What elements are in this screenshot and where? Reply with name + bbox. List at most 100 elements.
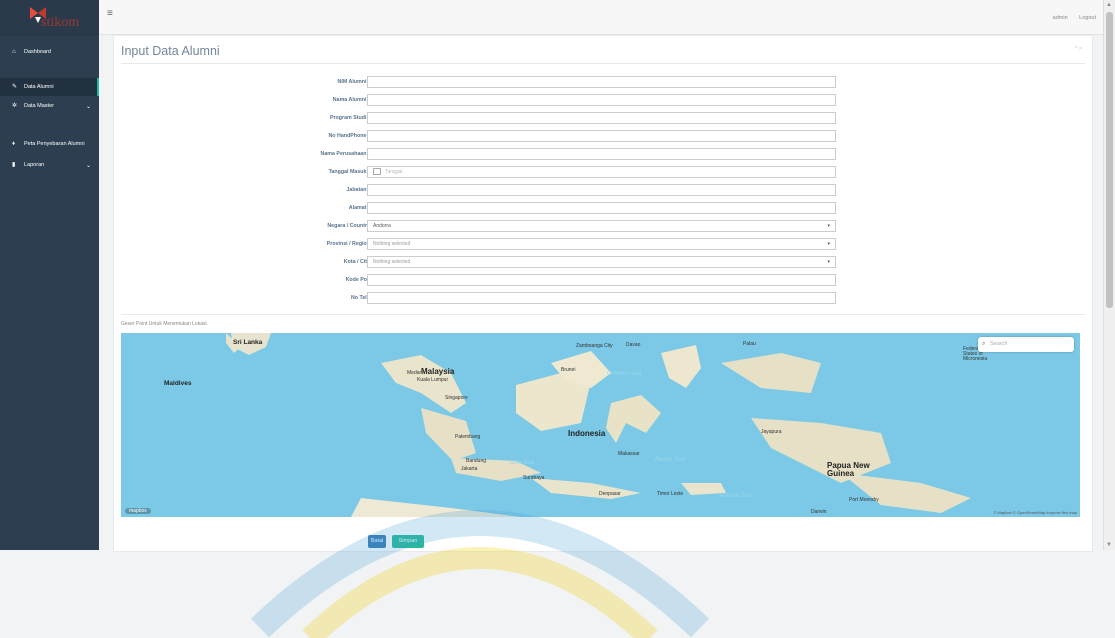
map-attribution[interactable]: © Mapbox © OpenStreetMap Improve this ma… [994,510,1078,515]
map-label: Jayapura [761,429,782,435]
page-scrollbar[interactable]: ▲ ▼ [1103,0,1115,550]
form-row: Kode Pos [114,274,1092,287]
form-row: Program Studi * [114,112,1092,125]
map-label: Maldives [164,380,192,387]
field-value: Nothing selected [373,241,411,247]
menu-toggle-icon[interactable]: ≡ [107,8,113,19]
sidebar-item-dashboard[interactable]: ⌂ Dashboard [0,43,99,61]
text-field[interactable] [367,94,836,106]
map-label: Zamboanga City [576,343,613,349]
map-label: Timor Leste [657,491,684,497]
field-value: Andorra [373,223,391,229]
map-label: Darwin [811,509,827,515]
scroll-up-icon[interactable]: ▲ [1106,2,1112,8]
map-label: Kuala Lumpur [417,377,449,383]
form-label: Nama Alumni * [220,97,370,103]
batal-button[interactable]: Batal [368,535,386,548]
text-field[interactable] [367,274,836,286]
sidebar-item-data-master[interactable]: ✲ Data Master ⌄ [0,97,99,115]
map-search-placeholder: Search [990,341,1008,347]
text-field[interactable] [367,202,836,214]
map-label: Palembang [455,434,481,440]
map-label: Singapore [445,395,468,401]
form-row: Nama Perusahaan * [114,148,1092,161]
map-land-shapes [226,333,971,517]
form-row: Nama Alumni * [114,94,1092,107]
form-label-text: Nama Perusahaan [320,151,367,157]
form-row: Tanggal Masuk * Tanggal [114,166,1092,179]
location-map[interactable]: Sri Lanka Maldives Malaysia Kuala Lumpur… [121,333,1080,517]
calendar-icon [373,168,381,176]
brand-logo[interactable]: stikom [0,0,99,36]
form-label: Alamat * [220,205,370,211]
gear-icon: ✲ [12,103,18,109]
map-label: Palau [743,341,756,347]
topbar: ≡ admin Logout [99,0,1104,35]
form-label-text: NIM Alumni [337,79,367,85]
input-panel: Input Data Alumni ^ × NIM Alumni * Nama A… [113,35,1093,552]
form-label: Nama Perusahaan * [220,151,370,157]
form-label-text: Nama Alumni [332,97,367,103]
form-label: NIM Alumni * [220,79,370,85]
sidebar-item-label: Data Master [24,103,54,109]
form-row: Provinsi / Region Nothing selected ▾ [114,238,1092,251]
form-label-text: Alamat [348,205,367,211]
date-field[interactable]: Tanggal [367,166,836,178]
user-name[interactable]: admin [1053,15,1068,21]
select-field[interactable]: Nothing selected ▾ [367,238,836,250]
sidebar-item-data-alumni[interactable]: ✎ Data Alumni [0,78,99,96]
sidebar: stikom ⌂ Dashboard ✎ Data Alumni ✲ Data … [0,0,99,550]
form-label-text: Tanggal Masuk [328,169,367,175]
scroll-down-icon[interactable]: ▼ [1106,542,1112,548]
text-field[interactable] [367,292,836,304]
form-label: No HandPhone * [220,133,370,139]
form-label-text: Provinsi / Region [326,241,370,247]
form-label-text: Negara / Country [327,223,370,229]
form-row: No Telp [114,292,1092,305]
user-menu: admin Logout [1043,15,1096,21]
map-label: Surabaya [523,475,545,481]
map-label: Java Sea [509,460,535,466]
text-field[interactable] [367,112,836,124]
map-label: Jakarta [461,466,478,472]
home-icon: ⌂ [12,49,16,55]
text-field[interactable] [367,76,836,88]
sidebar-item-peta[interactable]: ♦ Peta Penyebaran Alumni [0,135,99,153]
simpan-button[interactable]: Simpan [392,535,424,548]
field-value: Nothing selected [373,259,411,265]
map-label: Bandung [466,458,487,464]
sidebar-item-label: Data Alumni [24,84,54,90]
map-label: Davao [626,342,641,348]
divider [121,314,1085,315]
form-label-text: Program Studi [329,115,367,121]
form-row: Jabatan * [114,184,1092,197]
sidebar-item-label: Peta Penyebaran Alumni [24,141,85,147]
form-label: Tanggal Masuk * [220,169,370,175]
select-field[interactable]: Nothing selected ▾ [367,256,836,268]
map-search-input[interactable]: ⌕ Search [978,337,1074,352]
page-title: Input Data Alumni [121,44,220,58]
form-label: Provinsi / Region [220,241,370,247]
select-field[interactable]: Andorra ▾ [367,220,836,232]
form-label-text: Jabatan [346,187,367,193]
edit-icon: ✎ [12,84,18,90]
bar-chart-icon: ▮ [12,162,16,168]
map-label: Makassar [618,451,640,457]
text-field[interactable] [367,184,836,196]
panel-tools[interactable]: ^ × [1075,46,1082,52]
map-label: Celebes Sea [607,371,642,377]
map-label: Banda Sea [655,457,685,463]
map-label: Malaysia [421,367,455,376]
text-field[interactable] [367,148,836,160]
chevron-down-icon: ▾ [827,241,830,247]
form-label: Kota / City [220,259,370,265]
map-label: Medan [407,370,423,376]
search-icon: ⌕ [982,341,986,347]
logo-text: stikom [41,15,80,30]
text-field[interactable] [367,130,836,142]
sidebar-item-laporan[interactable]: ▮ Laporan ⌄ [0,156,99,174]
chevron-down-icon: ▾ [827,259,830,265]
scroll-thumb[interactable] [1106,12,1113,308]
mapbox-logo[interactable]: mapbox [125,508,151,514]
logout-link[interactable]: Logout [1079,15,1096,21]
